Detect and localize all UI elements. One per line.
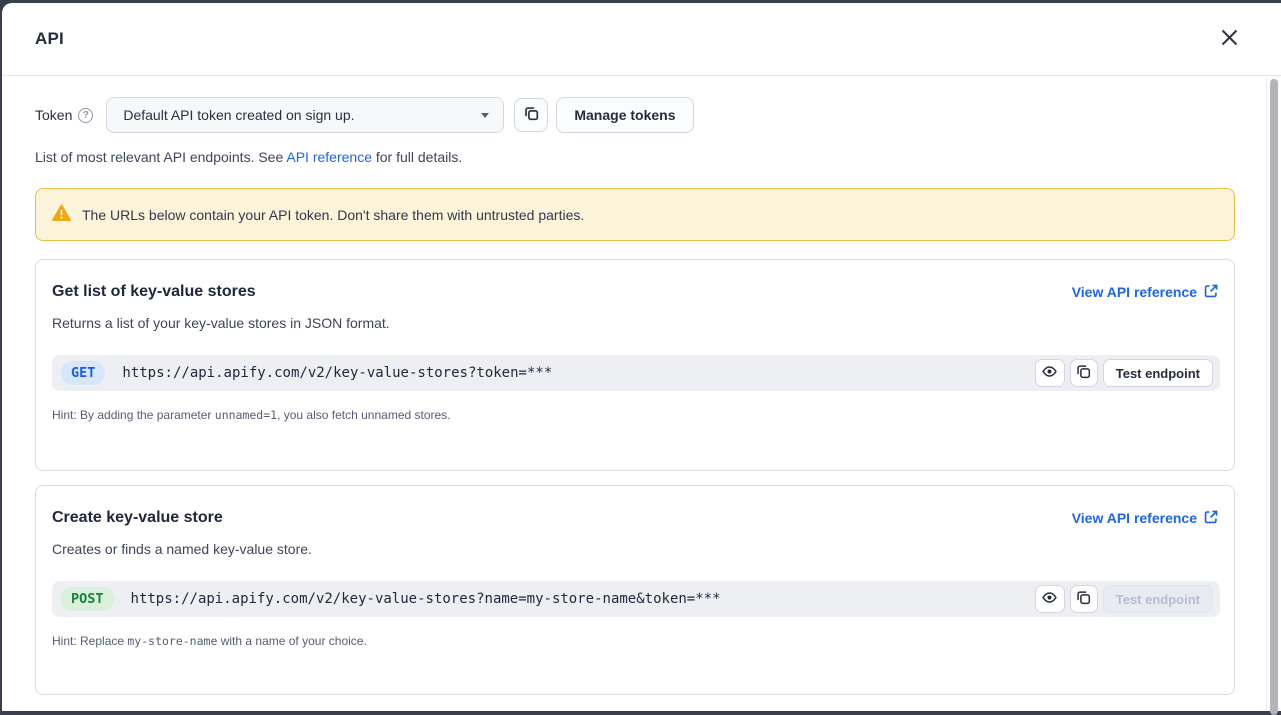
help-icon[interactable]: ? <box>78 108 93 123</box>
method-badge: POST <box>61 587 114 611</box>
hint-text-after: with a name of your choice. <box>217 634 366 648</box>
card-description: Returns a list of your key-value stores … <box>52 315 1218 331</box>
manage-tokens-button[interactable]: Manage tokens <box>556 97 693 133</box>
endpoint-url: https://api.apify.com/v2/key-value-store… <box>131 591 1035 607</box>
warning-icon <box>52 204 82 226</box>
endpoint-hint: Hint: Replace my-store-name with a name … <box>52 634 1218 648</box>
method-badge: GET <box>61 361 105 385</box>
bar-controls: Test endpoint <box>1035 585 1213 613</box>
copy-token-button[interactable] <box>514 98 548 132</box>
hint-text-before: Hint: Replace <box>52 634 127 648</box>
intro-text-after: for full details. <box>372 149 462 165</box>
card-title: Create key-value store <box>52 509 223 527</box>
bar-controls: Test endpoint <box>1035 359 1213 387</box>
view-api-reference-label: View API reference <box>1072 510 1197 526</box>
token-dropdown-value: Default API token created on sign up. <box>123 107 354 123</box>
card-title: Get list of key-value stores <box>52 283 256 301</box>
warning-text: The URLs below contain your API token. D… <box>82 207 584 223</box>
card-head: Get list of key-value stores View API re… <box>52 283 1218 301</box>
eye-icon <box>1042 364 1057 382</box>
card-head: Create key-value store View API referenc… <box>52 509 1218 527</box>
endpoint-url-bar: GET https://api.apify.com/v2/key-value-s… <box>52 355 1220 391</box>
reveal-token-button[interactable] <box>1035 585 1065 613</box>
reveal-token-button[interactable] <box>1035 359 1065 387</box>
hint-text-after: , you also fetch unnamed stores. <box>277 408 450 422</box>
copy-url-button[interactable] <box>1070 359 1098 387</box>
modal-body: Token ? Default API token created on sig… <box>2 76 1281 711</box>
copy-icon <box>1076 364 1091 382</box>
eye-icon <box>1042 590 1057 608</box>
warning-banner: The URLs below contain your API token. D… <box>35 188 1235 241</box>
endpoint-url: https://api.apify.com/v2/key-value-store… <box>122 365 1034 381</box>
api-reference-link[interactable]: API reference <box>286 149 372 165</box>
token-label: Token <box>35 107 72 123</box>
copy-icon <box>1076 590 1091 608</box>
token-dropdown[interactable]: Default API token created on sign up. <box>106 97 504 133</box>
hint-code: my-store-name <box>127 634 217 648</box>
close-button[interactable] <box>1215 25 1243 53</box>
endpoint-url-bar: POST https://api.apify.com/v2/key-value-… <box>52 581 1220 617</box>
hint-text-before: Hint: By adding the parameter <box>52 408 215 422</box>
token-row: Token ? Default API token created on sig… <box>35 97 1239 133</box>
page-title: API <box>35 29 64 49</box>
close-icon <box>1221 29 1238 49</box>
view-api-reference-link[interactable]: View API reference <box>1072 284 1218 301</box>
view-api-reference-link[interactable]: View API reference <box>1072 510 1218 527</box>
hint-code: unnamed=1 <box>215 408 277 422</box>
endpoint-card-get-list: Get list of key-value stores View API re… <box>35 259 1235 471</box>
scrollbar-thumb[interactable] <box>1270 79 1278 715</box>
endpoint-card-create-store: Create key-value store View API referenc… <box>35 485 1235 695</box>
endpoint-hint: Hint: By adding the parameter unnamed=1,… <box>52 408 1218 422</box>
api-modal: API Token ? Default API token created on… <box>2 3 1281 711</box>
external-link-icon <box>1204 284 1218 301</box>
copy-icon <box>524 106 539 124</box>
test-endpoint-button[interactable]: Test endpoint <box>1103 359 1213 387</box>
view-api-reference-label: View API reference <box>1072 284 1197 300</box>
chevron-down-icon <box>481 113 489 118</box>
copy-url-button[interactable] <box>1070 585 1098 613</box>
card-description: Creates or finds a named key-value store… <box>52 541 1218 557</box>
external-link-icon <box>1204 510 1218 527</box>
scrollbar-track[interactable] <box>1266 77 1281 711</box>
intro-text: List of most relevant API endpoints. See… <box>35 149 1239 165</box>
modal-header: API <box>2 3 1281 76</box>
intro-text-before: List of most relevant API endpoints. See <box>35 149 286 165</box>
test-endpoint-button[interactable]: Test endpoint <box>1103 585 1213 613</box>
